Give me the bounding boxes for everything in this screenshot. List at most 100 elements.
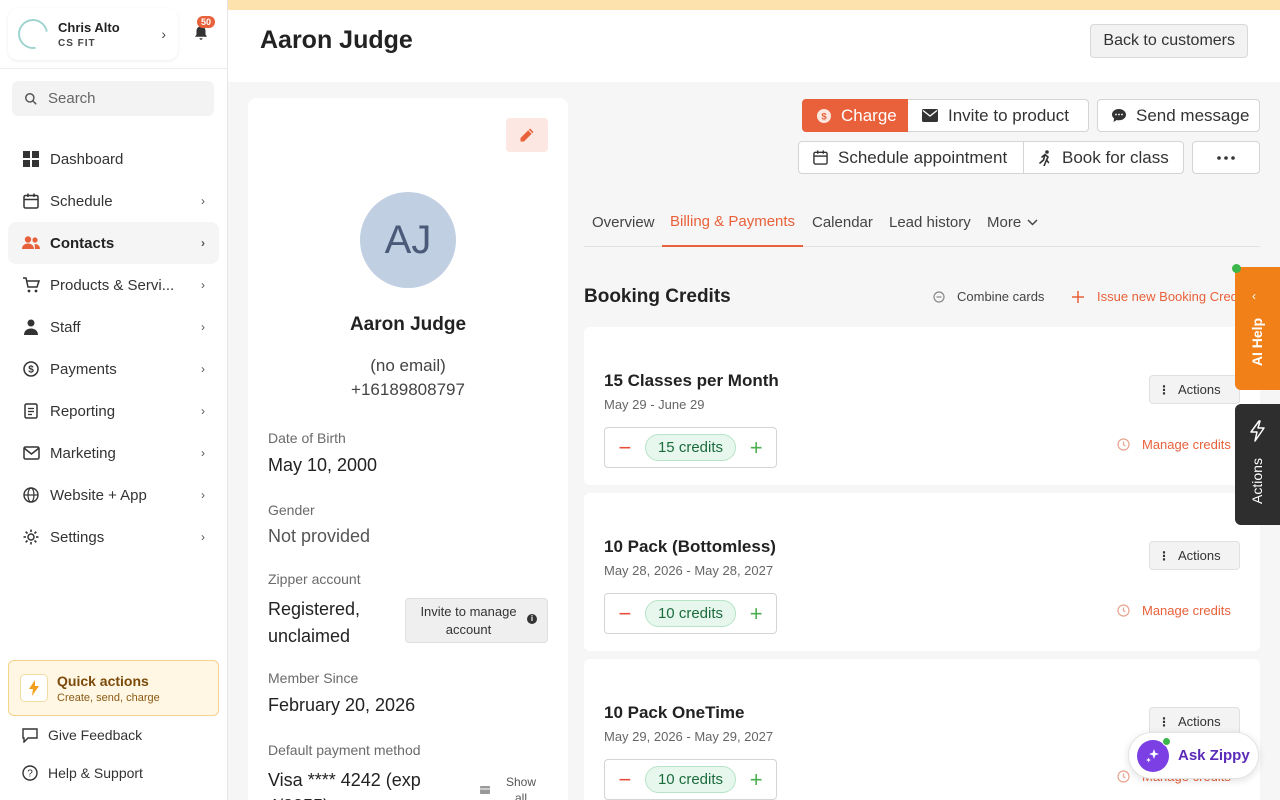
help-support-link[interactable]: ? Help & Support xyxy=(22,765,143,781)
increment-button[interactable]: + xyxy=(736,435,776,461)
profile-phone: +16189808797 xyxy=(351,380,465,399)
quick-actions[interactable]: Quick actions Create, send, charge xyxy=(8,660,219,716)
org-switcher[interactable]: Chris Alto CS FIT › xyxy=(8,8,178,60)
chevron-right-icon: › xyxy=(201,404,205,418)
sidebar-nav: Dashboard Schedule › Contacts › Products… xyxy=(8,138,219,558)
vertical-dots-icon: ⋮ xyxy=(1158,714,1170,729)
sidebar-item-marketing[interactable]: Marketing › xyxy=(8,432,219,474)
actions-label: Actions xyxy=(1178,382,1221,397)
sidebar-divider xyxy=(0,68,227,69)
increment-button[interactable]: + xyxy=(736,601,776,627)
sidebar-item-contacts[interactable]: Contacts › xyxy=(8,222,219,264)
manage-credits-link[interactable]: Manage credits xyxy=(1117,437,1231,452)
invite-manage-account-button[interactable]: Invite to manage account i xyxy=(405,598,548,643)
profile-card: AJ Aaron Judge (no email) +16189808797 D… xyxy=(248,98,568,800)
issue-booking-credits-link[interactable]: Issue new Booking Credits xyxy=(1072,289,1251,304)
payment-method-value: Visa **** 4242 (exp 4/2055) xyxy=(268,770,421,800)
clock-icon xyxy=(1117,770,1130,783)
credit-card: 10 Pack (Bottomless) May 28, 2026 - May … xyxy=(584,493,1260,651)
sidebar: Chris Alto CS FIT › 50 Dashboard Schedul… xyxy=(0,0,228,800)
tab-lead-history[interactable]: Lead history xyxy=(881,198,979,247)
decrement-button[interactable]: − xyxy=(605,435,645,461)
ask-zippy-button[interactable]: Ask Zippy xyxy=(1128,732,1259,779)
gender-label: Gender xyxy=(268,502,315,518)
tab-overview[interactable]: Overview xyxy=(584,198,663,247)
show-all-link[interactable]: Show all xyxy=(506,774,536,800)
credits-count: 10 credits xyxy=(644,600,737,627)
schedule-appointment-button[interactable]: Schedule appointment xyxy=(798,141,1024,174)
chat-bubble-icon xyxy=(1112,109,1126,122)
chevron-right-icon: › xyxy=(201,488,205,502)
member-since-value: February 20, 2026 xyxy=(268,695,416,715)
charge-button[interactable]: $ Charge xyxy=(802,99,908,132)
chevron-right-icon: › xyxy=(201,446,205,460)
sidebar-item-staff[interactable]: Staff › xyxy=(8,306,219,348)
zipper-label: Zipper account xyxy=(268,571,361,587)
sidebar-item-label: Staff xyxy=(50,318,81,336)
sidebar-item-label: Payments xyxy=(50,360,117,378)
person-icon xyxy=(22,318,40,336)
invite-to-product-button[interactable]: Invite to product xyxy=(908,99,1089,132)
tab-more[interactable]: More xyxy=(979,198,1046,247)
sidebar-item-settings[interactable]: Settings › xyxy=(8,516,219,558)
chevron-right-icon: › xyxy=(201,530,205,544)
credit-card-name: 10 Pack OneTime xyxy=(604,703,745,722)
send-message-button[interactable]: Send message xyxy=(1097,99,1260,132)
decrement-button[interactable]: − xyxy=(605,767,645,793)
booking-credits-title: Booking Credits xyxy=(584,286,731,307)
manage-credits-link[interactable]: Manage credits xyxy=(1117,603,1231,618)
tab-bar: Overview Billing & Payments Calendar Lea… xyxy=(584,198,1260,247)
chevron-left-icon: ‹ xyxy=(1252,289,1256,303)
give-feedback-label: Give Feedback xyxy=(48,727,143,743)
grid-icon xyxy=(22,150,40,168)
chevron-down-icon xyxy=(1027,219,1038,226)
search-box[interactable] xyxy=(12,81,214,116)
svg-text:$: $ xyxy=(821,111,827,122)
sidebar-item-payments[interactable]: $ Payments › xyxy=(8,348,219,390)
report-icon xyxy=(22,402,40,420)
sidebar-item-schedule[interactable]: Schedule › xyxy=(8,180,219,222)
chevron-right-icon: › xyxy=(201,362,205,376)
sidebar-item-label: Dashboard xyxy=(50,150,124,168)
credit-card-name: 15 Classes per Month xyxy=(604,371,779,390)
give-feedback-link[interactable]: Give Feedback xyxy=(22,727,142,743)
clock-icon xyxy=(1117,438,1130,451)
sidebar-item-label: Products & Servi... xyxy=(50,276,175,294)
svg-text:?: ? xyxy=(27,769,33,780)
sidebar-item-dashboard[interactable]: Dashboard xyxy=(8,138,219,180)
back-to-customers-button[interactable]: Back to customers xyxy=(1090,24,1248,58)
ai-help-tab[interactable]: ‹ AI Help xyxy=(1232,264,1280,390)
gender-value: Not provided xyxy=(268,526,371,546)
increment-button[interactable]: + xyxy=(736,767,776,793)
calendar-icon xyxy=(22,192,40,210)
payment-method-label: Default payment method xyxy=(268,742,421,758)
tab-calendar[interactable]: Calendar xyxy=(804,198,881,247)
dollar-icon: $ xyxy=(22,360,40,378)
credit-card-dates: May 28, 2026 - May 28, 2027 xyxy=(604,563,774,578)
sidebar-item-label: Reporting xyxy=(50,402,116,420)
tab-billing-payments[interactable]: Billing & Payments xyxy=(662,198,804,247)
chevron-right-icon: › xyxy=(161,26,166,42)
decrement-button[interactable]: − xyxy=(605,601,645,627)
actions-button[interactable]: ⋮ Actions xyxy=(1149,375,1240,404)
sidebar-item-reporting[interactable]: Reporting › xyxy=(8,390,219,432)
globe-icon xyxy=(22,486,40,504)
book-for-class-button[interactable]: Book for class xyxy=(1023,141,1184,174)
sidebar-item-label: Marketing xyxy=(50,444,116,462)
search-input[interactable] xyxy=(48,90,198,107)
send-message-label: Send message xyxy=(1136,105,1250,125)
sidebar-item-label: Contacts xyxy=(50,234,115,252)
combine-cards-link[interactable]: Combine cards xyxy=(933,289,1044,304)
help-icon: ? xyxy=(22,765,38,781)
actions-button[interactable]: ⋮ Actions xyxy=(1149,541,1240,570)
dollar-icon: $ xyxy=(817,108,831,123)
edit-button[interactable] xyxy=(506,118,548,152)
more-actions-button[interactable] xyxy=(1192,141,1260,174)
cart-icon xyxy=(22,276,40,294)
credit-card: 15 Classes per Month May 29 - June 29 − … xyxy=(584,327,1260,485)
chevron-right-icon: › xyxy=(201,320,205,334)
sidebar-item-label: Schedule xyxy=(50,192,113,210)
sidebar-item-products[interactable]: Products & Servi... › xyxy=(8,264,219,306)
sidebar-item-website[interactable]: Website + App › xyxy=(8,474,219,516)
actions-side-tab[interactable]: Actions xyxy=(1235,404,1280,525)
